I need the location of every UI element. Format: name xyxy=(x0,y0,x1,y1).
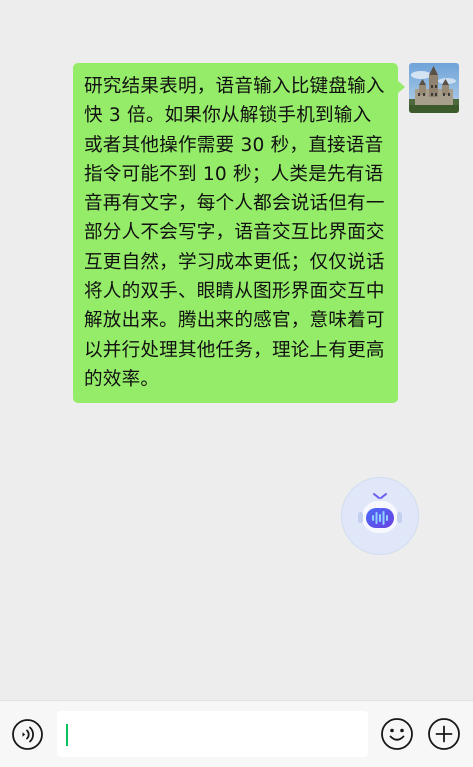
avatar[interactable] xyxy=(409,63,459,113)
message-input[interactable] xyxy=(57,711,368,757)
smiley-face-icon xyxy=(381,718,413,750)
plus-circle-icon xyxy=(428,718,460,750)
text-caret xyxy=(66,724,68,746)
voice-assistant-robot-icon xyxy=(358,493,402,533)
chat-area: 研究结果表明，语音输入比键盘输入快 3 倍。如果你从解锁手机到输入或者其他操作需… xyxy=(0,0,473,700)
voice-wave-icon xyxy=(12,719,43,750)
message-bubble[interactable]: 研究结果表明，语音输入比键盘输入快 3 倍。如果你从解锁手机到输入或者其他操作需… xyxy=(73,63,398,404)
voice-assistant-button[interactable] xyxy=(342,478,418,554)
emoji-button[interactable] xyxy=(380,717,414,751)
avatar-photo-icon xyxy=(409,63,459,113)
input-bar xyxy=(0,700,473,767)
message-bubble-tail xyxy=(397,80,405,94)
more-functions-button[interactable] xyxy=(427,717,461,751)
voice-input-button[interactable] xyxy=(11,718,44,751)
